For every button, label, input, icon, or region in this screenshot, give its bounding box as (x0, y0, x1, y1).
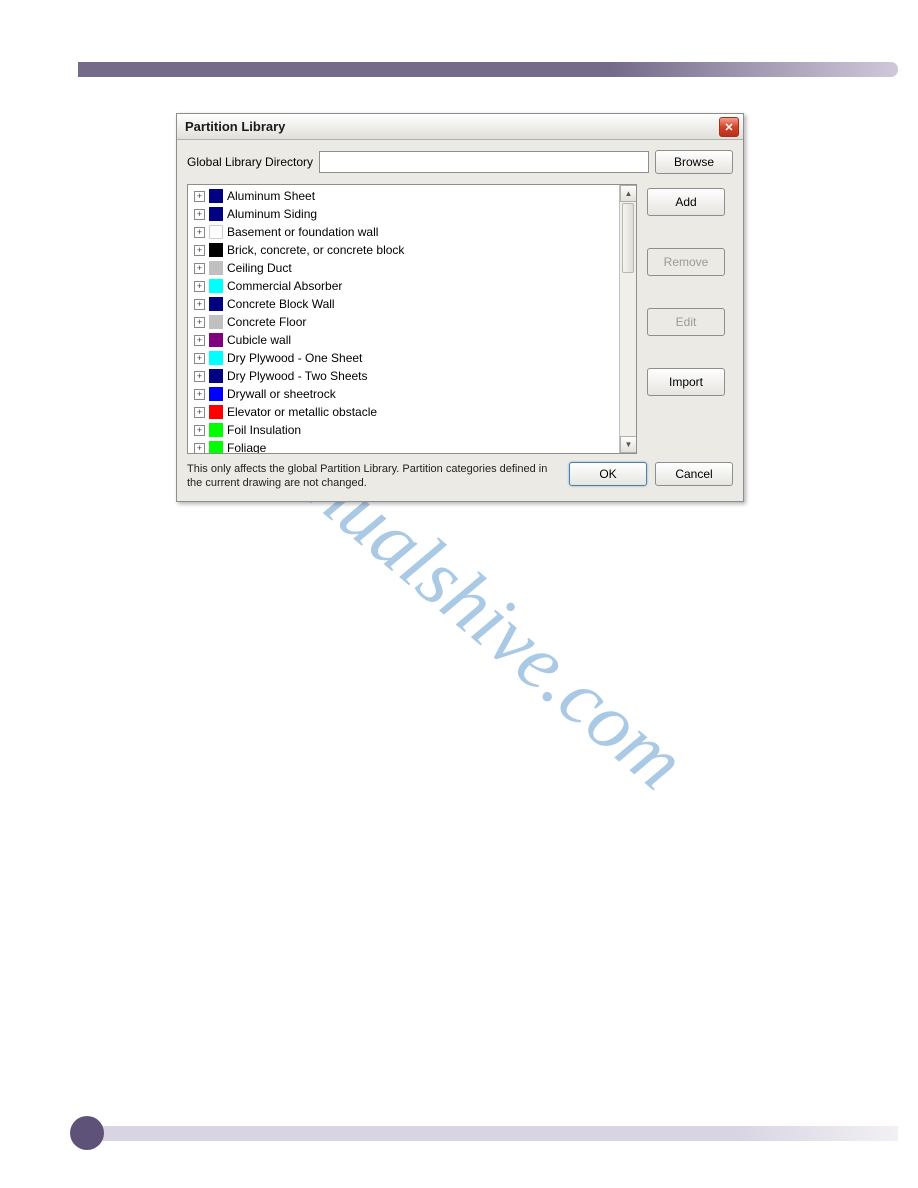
tree-item[interactable]: + Drywall or sheetrock (188, 385, 636, 403)
scroll-thumb[interactable] (622, 203, 634, 273)
remove-button: Remove (647, 248, 725, 276)
tree-item-label: Foil Insulation (227, 423, 301, 437)
expand-icon[interactable]: + (194, 191, 205, 202)
page-bottom-bar (78, 1126, 898, 1141)
ok-button[interactable]: OK (569, 462, 647, 486)
tree-item[interactable]: + Dry Plywood - One Sheet (188, 349, 636, 367)
tree-item-label: Ceiling Duct (227, 261, 292, 275)
color-swatch (209, 243, 223, 257)
expand-icon[interactable]: + (194, 263, 205, 274)
footer-note: This only affects the global Partition L… (187, 462, 557, 491)
partition-library-dialog: Partition Library Global Library Directo… (176, 113, 744, 502)
close-button[interactable] (719, 117, 739, 137)
footer-buttons: OK Cancel (569, 462, 733, 486)
color-swatch (209, 315, 223, 329)
tree-item-label: Drywall or sheetrock (227, 387, 336, 401)
dialog-title: Partition Library (185, 119, 285, 134)
tree-item[interactable]: + Concrete Floor (188, 313, 636, 331)
color-swatch (209, 261, 223, 275)
color-swatch (209, 333, 223, 347)
browse-button[interactable]: Browse (655, 150, 733, 174)
tree-item-label: Concrete Block Wall (227, 297, 335, 311)
directory-input[interactable] (319, 151, 649, 173)
dialog-body: Global Library Directory Browse + Aluminu… (177, 140, 743, 501)
color-swatch (209, 387, 223, 401)
color-swatch (209, 189, 223, 203)
scroll-down-button[interactable]: ▼ (620, 436, 637, 453)
add-button[interactable]: Add (647, 188, 725, 216)
tree-item-label: Basement or foundation wall (227, 225, 378, 239)
tree-item-label: Aluminum Sheet (227, 189, 315, 203)
partition-tree[interactable]: + Aluminum Sheet + Aluminum Siding + Basement… (187, 184, 637, 454)
color-swatch (209, 207, 223, 221)
expand-icon[interactable]: + (194, 209, 205, 220)
tree-scrollbar[interactable]: ▲ ▼ (619, 185, 636, 453)
tree-item-label: Concrete Floor (227, 315, 306, 329)
expand-icon[interactable]: + (194, 227, 205, 238)
color-swatch (209, 423, 223, 437)
expand-icon[interactable]: + (194, 335, 205, 346)
tree-item[interactable]: + Cubicle wall (188, 331, 636, 349)
directory-label: Global Library Directory (187, 155, 313, 169)
expand-icon[interactable]: + (194, 389, 205, 400)
side-buttons: Add Remove Edit Import (647, 184, 725, 454)
cancel-button[interactable]: Cancel (655, 462, 733, 486)
color-swatch (209, 441, 223, 454)
expand-icon[interactable]: + (194, 425, 205, 436)
color-swatch (209, 369, 223, 383)
expand-icon[interactable]: + (194, 443, 205, 454)
mid-row: + Aluminum Sheet + Aluminum Siding + Basement… (187, 184, 733, 454)
tree-item[interactable]: + Elevator or metallic obstacle (188, 403, 636, 421)
expand-icon[interactable]: + (194, 281, 205, 292)
expand-icon[interactable]: + (194, 245, 205, 256)
tree-item-label: Dry Plywood - One Sheet (227, 351, 362, 365)
expand-icon[interactable]: + (194, 407, 205, 418)
titlebar: Partition Library (177, 114, 743, 140)
tree-item[interactable]: + Basement or foundation wall (188, 223, 636, 241)
expand-icon[interactable]: + (194, 299, 205, 310)
expand-icon[interactable]: + (194, 371, 205, 382)
tree-item-label: Aluminum Siding (227, 207, 317, 221)
color-swatch (209, 279, 223, 293)
tree-item[interactable]: + Brick, concrete, or concrete block (188, 241, 636, 259)
scroll-up-button[interactable]: ▲ (620, 185, 637, 202)
tree-item[interactable]: + Concrete Block Wall (188, 295, 636, 313)
tree-item[interactable]: + Aluminum Siding (188, 205, 636, 223)
tree-item[interactable]: + Aluminum Sheet (188, 187, 636, 205)
color-swatch (209, 297, 223, 311)
tree-item-label: Commercial Absorber (227, 279, 342, 293)
expand-icon[interactable]: + (194, 353, 205, 364)
tree-item[interactable]: + Commercial Absorber (188, 277, 636, 295)
tree-item[interactable]: + Foil Insulation (188, 421, 636, 439)
tree-item-label: Brick, concrete, or concrete block (227, 243, 404, 257)
directory-row: Global Library Directory Browse (187, 150, 733, 174)
color-swatch (209, 225, 223, 239)
color-swatch (209, 351, 223, 365)
tree-item[interactable]: + Foliage (188, 439, 636, 454)
tree-item-label: Cubicle wall (227, 333, 291, 347)
expand-icon[interactable]: + (194, 317, 205, 328)
tree-item-label: Foliage (227, 441, 266, 454)
color-swatch (209, 405, 223, 419)
tree-item[interactable]: + Dry Plywood - Two Sheets (188, 367, 636, 385)
page-top-bar (78, 62, 898, 77)
import-button[interactable]: Import (647, 368, 725, 396)
page-bottom-dot (70, 1116, 104, 1150)
footer-row: This only affects the global Partition L… (187, 462, 733, 491)
tree-item-label: Elevator or metallic obstacle (227, 405, 377, 419)
tree-item[interactable]: + Ceiling Duct (188, 259, 636, 277)
tree-item-label: Dry Plywood - Two Sheets (227, 369, 368, 383)
edit-button: Edit (647, 308, 725, 336)
